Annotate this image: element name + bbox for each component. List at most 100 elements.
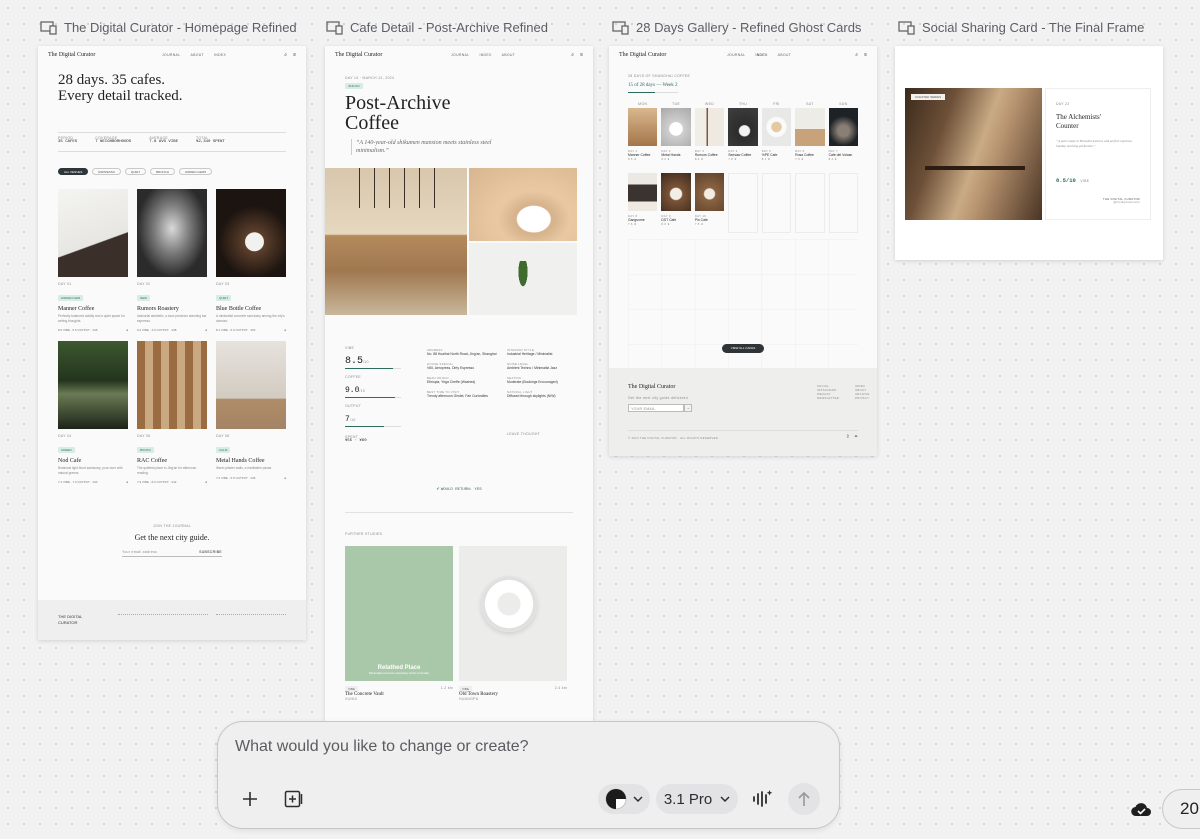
search-icon[interactable]: ⌕ <box>855 52 858 58</box>
cafe-desc: Warm plaster walls, a meditative pause. <box>216 466 273 470</box>
cafe-card[interactable]: DAY 01 HIDDEN GEM Manner Coffee Perfectl… <box>58 189 128 332</box>
leave-thought-link[interactable]: LEAVE THOUGHT <box>507 432 540 436</box>
footer-email-input[interactable]: YOUR EMAIL <box>628 404 684 412</box>
bookmark-icon[interactable]: ● <box>284 476 286 480</box>
filter-chips: ALL VENUES ESPRESSO QUIET BRUNCH HIDDEN … <box>58 168 213 175</box>
copyright-text: © 2024 THE DIGITAL CURATOR · ALL RIGHTS … <box>628 436 719 440</box>
day-card[interactable]: DAY 1 Manner Coffee 8.5 ★ <box>628 108 658 161</box>
model-selector[interactable]: 3.1 Pro <box>656 784 738 814</box>
day-card[interactable]: DAY 3 Rumors Coffee 8.2 ★ <box>694 108 725 161</box>
menu-icon[interactable]: ≡ <box>580 52 583 58</box>
day-card[interactable]: DAY 5 %PE Cafe 8.1 ★ <box>761 108 792 161</box>
search-icon[interactable]: ⌕ <box>284 52 287 58</box>
day-card[interactable]: DAY 7 Cafe del Volcan 8.4 ★ <box>828 108 858 161</box>
bookmark-icon[interactable]: ● <box>126 480 128 484</box>
share-icon[interactable]: ⇪ <box>846 434 850 440</box>
social-quote: “A quiet study in Brutalist textures and… <box>1056 139 1133 148</box>
cafe-name: RAC Coffee <box>137 458 168 464</box>
social-card-frame[interactable]: CURATED SERIES DAY 22 The Alchemists' Co… <box>895 46 1163 260</box>
footer-link[interactable]: PRIVACY <box>855 396 870 400</box>
gallery-frame[interactable]: The Digital Curator JOURNAL INDEX ABOUT … <box>609 46 877 456</box>
day-card[interactable]: DAY 8 Gangsome 7.6 ★ <box>628 173 658 233</box>
homepage-headline: 28 days. 35 cafes. Every detail tracked. <box>58 72 183 104</box>
bookmark-icon[interactable]: ● <box>205 328 207 332</box>
newsletter-email-input[interactable]: Your email address <box>122 550 157 554</box>
brand-logo[interactable]: The Digital Curator <box>48 52 95 58</box>
frame-title-social-card[interactable]: Social Sharing Card - The Final Frame <box>898 20 1144 35</box>
frame-title-label: 28 Days Gallery - Refined Ghost Cards <box>636 20 862 35</box>
model-label: 3.1 Pro <box>663 790 713 808</box>
rec-card-photo[interactable] <box>459 546 567 681</box>
search-icon[interactable]: ⌕ <box>571 52 574 58</box>
cafe-photo <box>216 341 286 429</box>
zoom-level-control[interactable]: 20 <box>1162 789 1200 829</box>
menu-icon[interactable]: ≡ <box>293 52 296 58</box>
detail-price: ¥55 · ¥60 <box>345 439 367 443</box>
cloud-check-icon[interactable] <box>1130 800 1152 820</box>
cafe-card[interactable]: DAY 02 NEW Rumors Roastery Industrial ae… <box>137 189 207 332</box>
nav-link-journal[interactable]: JOURNAL <box>727 53 745 57</box>
footer-submit-button[interactable]: → <box>684 404 692 412</box>
footer-link[interactable]: NEWSLETTER <box>817 396 839 400</box>
bookmark-icon[interactable]: ● <box>284 328 286 332</box>
cafe-name: Nod Cafe <box>58 458 82 464</box>
homepage-frame[interactable]: The Digital Curator JOURNAL ABOUT INDEX … <box>38 46 306 640</box>
zoom-level-text: 20 <box>1180 799 1199 818</box>
menu-icon[interactable]: ≡ <box>864 52 867 58</box>
score-bar <box>345 397 396 398</box>
score-bar <box>345 368 393 369</box>
day-card[interactable]: DAY 4 Seesaw Coffee 7.8 ★ <box>728 108 758 161</box>
cafe-card[interactable]: DAY 06 CALM Metal Hands Coffee Warm plas… <box>216 341 286 480</box>
cafe-meta: 8.1 VIBE · 6.0 OUTPUT · ¥52 <box>216 328 256 332</box>
voice-sparkle-icon[interactable] <box>748 785 776 813</box>
frame-title-gallery[interactable]: 28 Days Gallery - Refined Ghost Cards <box>612 20 861 35</box>
cafe-card[interactable]: DAY 05 BOOKS RAC Coffee The quietest pla… <box>137 341 207 484</box>
subscribe-button[interactable]: SUBSCRIBE <box>199 550 222 554</box>
plus-icon[interactable] <box>236 785 264 813</box>
frame-title-homepage[interactable]: The Digital Curator - Homepage Refined <box>40 20 297 35</box>
prompt-input[interactable] <box>235 736 815 758</box>
day-card[interactable]: DAY 6 Rosa Coffee 7.9 ★ <box>795 108 825 161</box>
stat-item: TOTAL ¥2,340 SPENT <box>196 136 225 144</box>
gallery-kicker: 28 DAYS OF SHANGHAI COFFEE <box>628 74 691 78</box>
filter-chip-brunch[interactable]: BRUNCH <box>150 168 175 175</box>
stat-item: PERIOD 35 CAFES <box>58 136 78 144</box>
gallery-progress-text: 15 of 28 days — Week 2 <box>628 83 678 88</box>
cafe-tag: BOOKS <box>137 447 154 453</box>
theme-selector[interactable] <box>598 784 650 814</box>
filter-chip-espresso[interactable]: ESPRESSO <box>92 168 121 175</box>
send-button[interactable] <box>788 783 820 815</box>
link-icon[interactable]: ⚭ <box>854 434 858 440</box>
rec-card-photo[interactable]: Relathed Place Minimalist concrete sanct… <box>345 546 453 681</box>
cafe-tag: GREEN <box>58 447 75 453</box>
day-card[interactable]: DAY 9 DST Cafe 8.0 ★ <box>661 173 691 233</box>
cafe-meta: 7.4 VIBE · 7.0 OUTPUT · ¥40 <box>58 480 98 484</box>
nav-link-about[interactable]: ABOUT <box>778 53 792 57</box>
ghost-day-card <box>728 173 758 233</box>
gallery-progress-track <box>628 92 678 93</box>
detail-nav: The Digital Curator JOURNAL INDEX ABOUT ⌕ … <box>335 52 583 58</box>
day-card[interactable]: DAY 10 Pin Cafe 7.5 ★ <box>694 173 725 233</box>
filter-chip-quiet[interactable]: QUIET <box>124 168 147 175</box>
bookmark-icon[interactable]: ● <box>205 480 207 484</box>
nav-link-journal[interactable]: JOURNAL <box>162 53 180 57</box>
cafe-card[interactable]: DAY 04 GREEN Nod Cafe Botanical light-fl… <box>58 341 128 484</box>
cafe-desc: Industrial aesthetic, a slow precision s… <box>137 314 207 323</box>
rec-card-meta: VIBE 1.2 km The Concrete Vault XUHUI <box>345 686 453 701</box>
filter-chip-all[interactable]: ALL VENUES <box>58 168 89 175</box>
nav-link-index[interactable]: INDEX <box>214 53 226 57</box>
brand-logo[interactable]: The Digital Curator <box>619 52 666 58</box>
nav-link-about[interactable]: ABOUT <box>190 53 204 57</box>
add-frame-icon[interactable] <box>280 785 308 813</box>
hero-photo-interior <box>325 168 467 315</box>
bookmark-icon[interactable]: ● <box>126 328 128 332</box>
day-card[interactable]: DAY 2 Metal Hands 9.0 ★ <box>661 108 691 161</box>
cafe-card[interactable]: DAY 03 QUIET Blue Bottle Coffee A minima… <box>216 189 286 332</box>
view-all-button[interactable]: VIEW ALL CAFES <box>722 344 764 353</box>
filter-chip-hidden[interactable]: HIDDEN GEMS <box>178 168 213 175</box>
gallery-nav: The Digital Curator JOURNAL INDEX ABOUT … <box>609 46 877 64</box>
cafe-detail-frame[interactable]: The Digital Curator JOURNAL INDEX ABOUT ⌕ … <box>325 46 593 726</box>
frame-title-cafe-detail[interactable]: Cafe Detail - Post-Archive Refined <box>326 20 548 35</box>
brand-logo[interactable]: The Digital Curator <box>335 52 382 58</box>
nav-link-index[interactable]: INDEX <box>755 53 767 57</box>
